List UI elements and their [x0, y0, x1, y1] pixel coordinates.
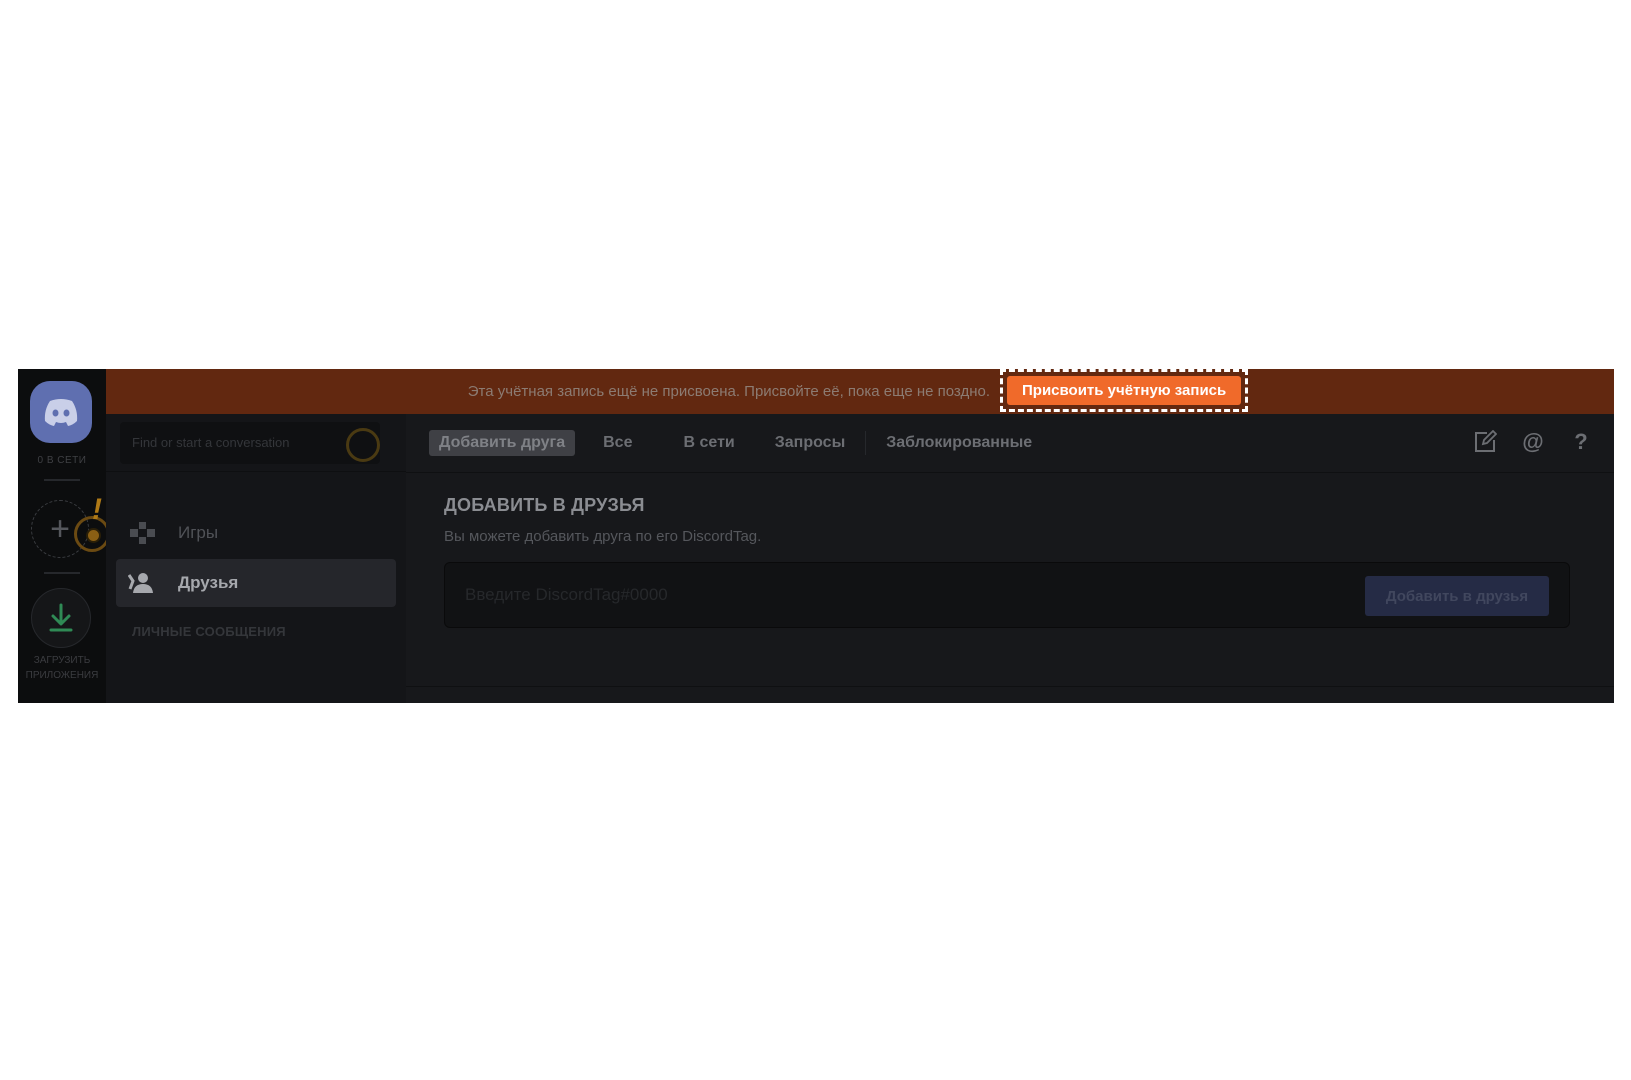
tab-online[interactable]: В сети: [683, 434, 734, 452]
alert-icon: !: [92, 493, 102, 526]
unclaimed-account-banner: Эта учётная запись ещё не присвоена. При…: [106, 369, 1614, 414]
content-divider: [406, 686, 1614, 687]
tutorial-beacon-dot[interactable]: [86, 528, 101, 543]
download-label-line: ПРИЛОЖЕНИЯ: [25, 670, 99, 681]
toolbar-icons: @ ?: [1450, 428, 1594, 456]
rail-divider: [44, 479, 80, 481]
new-group-dm-icon[interactable]: [1472, 428, 1498, 456]
rail-divider: [44, 572, 80, 574]
banner-message: Эта учётная запись ещё не присвоена. При…: [467, 383, 991, 400]
send-friend-request-button[interactable]: Добавить в друзья: [1365, 576, 1549, 616]
tab-all[interactable]: Все: [603, 434, 632, 452]
add-friend-description: Вы можете добавить друга по его DiscordT…: [444, 528, 762, 545]
conversation-search-input[interactable]: Find or start a conversation: [120, 422, 380, 464]
discord-app-window: 0 В СЕТИ + ! ЗАГРУЗИТЬ ПРИЛОЖЕНИЯ Эта уч…: [18, 369, 1614, 703]
add-friend-title: ДОБАВИТЬ В ДРУЗЬЯ: [444, 495, 645, 515]
sidebar-item-games[interactable]: Игры: [116, 509, 396, 557]
plus-icon: +: [50, 509, 70, 548]
download-icon: [49, 603, 73, 632]
tutorial-beacon-ring: [346, 428, 380, 462]
home-button[interactable]: [30, 381, 92, 443]
tab-requests[interactable]: Запросы: [775, 434, 845, 452]
tab-blocked[interactable]: Заблокированные: [886, 434, 1032, 452]
highlight-outline: Присвоить учётную запись: [1000, 369, 1249, 412]
direct-messages-header: ЛИЧНЫЕ СООБЩЕНИЯ: [132, 624, 286, 639]
sidebar-item-friends[interactable]: Друзья: [116, 559, 396, 607]
main-panel: Добавить друга Все В сети Запросы Заблок…: [406, 414, 1614, 703]
download-apps-label: ЗАГРУЗИТЬ ПРИЛОЖЕНИЯ: [18, 653, 106, 683]
sidebar-item-label: Друзья: [178, 573, 239, 592]
gamepad-icon: [128, 520, 158, 546]
help-icon[interactable]: ?: [1568, 428, 1594, 456]
online-count-label: 0 В СЕТИ: [37, 455, 87, 466]
discord-logo-icon: [44, 399, 78, 426]
claim-account-button[interactable]: Присвоить учётную запись: [1007, 376, 1242, 405]
sidebar-divider: [106, 471, 406, 472]
friends-toolbar: Добавить друга Все В сети Запросы Заблок…: [406, 414, 1614, 473]
download-label-line: ЗАГРУЗИТЬ: [33, 655, 91, 666]
toolbar-divider: [865, 431, 867, 455]
download-apps-button[interactable]: [31, 588, 91, 648]
mentions-icon[interactable]: @: [1520, 428, 1546, 456]
dm-sidebar: Find or start a conversation Игры Друзья…: [106, 414, 406, 703]
discord-tag-input[interactable]: Введите DiscordTag#0000: [465, 563, 668, 627]
sidebar-item-label: Игры: [178, 523, 219, 542]
tab-add-friend[interactable]: Добавить друга: [429, 430, 576, 456]
add-friend-form: Введите DiscordTag#0000 Добавить в друзь…: [444, 562, 1570, 628]
server-rail: 0 В СЕТИ + ! ЗАГРУЗИТЬ ПРИЛОЖЕНИЯ: [18, 369, 110, 703]
friends-icon: [128, 570, 158, 596]
